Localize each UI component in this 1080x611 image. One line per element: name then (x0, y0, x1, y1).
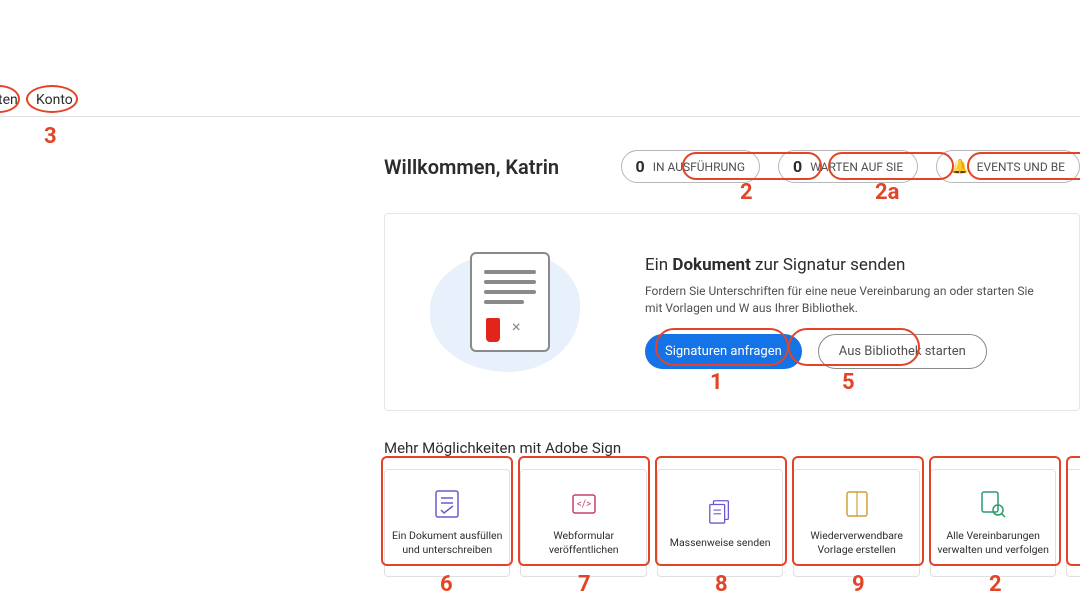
in-progress-label: IN AUSFÜHRUNG (653, 160, 745, 174)
card-label: Wiederverwendbare Vorlage erstellen (794, 529, 918, 556)
card-bulk-send[interactable]: Massenweise senden (657, 469, 783, 577)
in-progress-count: 0 (636, 157, 645, 176)
bell-icon: 🔔 (951, 159, 968, 175)
hero-title: Ein Dokument zur Signatur senden (645, 255, 1049, 275)
hero-description: Fordern Sie Unterschriften für eine neue… (645, 283, 1049, 317)
hero-illustration: × (425, 242, 585, 382)
webform-icon: </> (571, 489, 597, 519)
card-webform[interactable]: </> Webformular veröffentlichen (520, 469, 646, 577)
request-signatures-button[interactable]: Signaturen anfragen (645, 334, 802, 369)
start-from-library-button[interactable]: Aus Bibliothek starten (818, 334, 987, 369)
events-label: EVENTS UND BE (977, 160, 1065, 174)
bulk-send-icon (707, 496, 733, 526)
card-manage[interactable]: Alle Vereinbarungen verwalten und verfol… (930, 469, 1056, 577)
hero-panel: × Ein Dokument zur Signatur senden Forde… (384, 213, 1080, 411)
page-title: Willkommen, Katrin (384, 155, 559, 179)
nav-item-konto[interactable]: Konto (30, 88, 79, 112)
waiting-label: WARTEN AUF SIE (810, 160, 903, 174)
card-label: Ein Dokument ausfüllen und unterschreibe… (385, 529, 509, 556)
card-label: Massenweise senden (664, 536, 777, 550)
card-label: Alle Vereinbarungen verwalten und verfol… (931, 529, 1055, 556)
pill-events[interactable]: 🔔 EVENTS UND BE (936, 150, 1080, 183)
pill-waiting[interactable]: 0 WARTEN AUF SIE (778, 150, 918, 183)
card-more-edge[interactable] (1066, 469, 1080, 577)
nav-item-ten[interactable]: ten (0, 88, 24, 112)
cards-row: Ein Dokument ausfüllen und unterschreibe… (384, 469, 1080, 577)
pill-in-progress[interactable]: 0 IN AUSFÜHRUNG (621, 150, 761, 183)
card-template[interactable]: Wiederverwendbare Vorlage erstellen (793, 469, 919, 577)
template-icon (844, 489, 870, 519)
waiting-count: 0 (793, 157, 802, 176)
card-fill-sign[interactable]: Ein Dokument ausfüllen und unterschreibe… (384, 469, 510, 577)
svg-text:</>: </> (576, 499, 590, 510)
card-label: Webformular veröffentlichen (521, 529, 645, 556)
manage-icon (980, 489, 1006, 519)
more-options-title: Mehr Möglichkeiten mit Adobe Sign (384, 439, 1080, 457)
document-icon: × (470, 252, 550, 352)
annotation-3: 3 (44, 124, 57, 149)
main-content: Willkommen, Katrin 0 IN AUSFÜHRUNG 0 WAR… (384, 150, 1080, 577)
fill-sign-icon (434, 489, 460, 519)
top-navbar: ten Konto (0, 85, 1080, 117)
status-pills: 0 IN AUSFÜHRUNG 0 WARTEN AUF SIE 🔔 EVENT… (621, 150, 1080, 183)
